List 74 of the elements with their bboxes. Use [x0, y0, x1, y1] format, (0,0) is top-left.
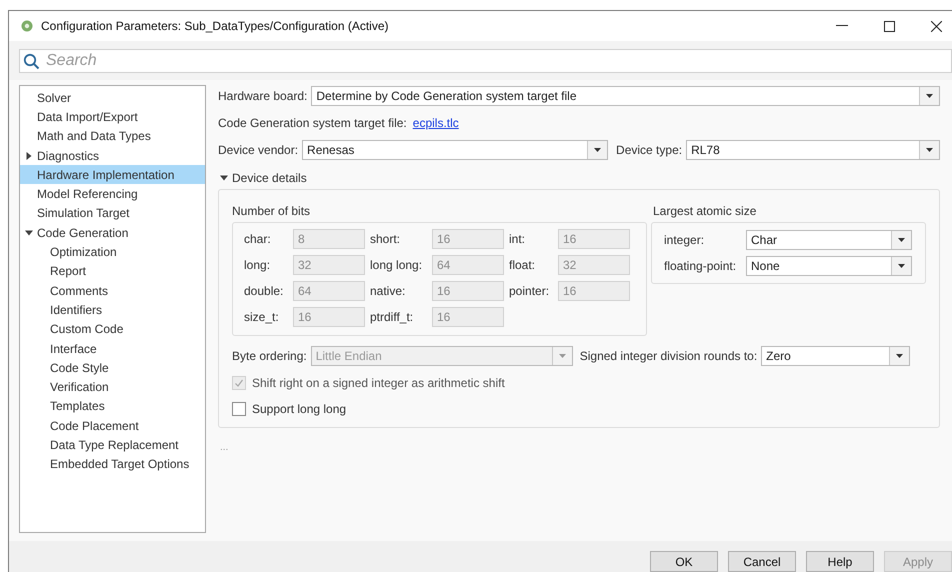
bits-label: int:: [509, 231, 526, 248]
dropdown[interactable]: RL78: [686, 140, 940, 160]
field-label: Device type:: [616, 142, 682, 159]
dropdown[interactable]: Renesas: [302, 140, 608, 160]
search-field[interactable]: Search: [19, 49, 952, 73]
sidebar-item[interactable]: Identifiers: [20, 300, 205, 320]
sidebar-item[interactable]: Data Import/Export: [20, 107, 205, 127]
dialog-button[interactable]: Help: [806, 551, 874, 572]
gear-logo-icon: [21, 20, 33, 32]
more-indicator: ...: [220, 441, 228, 455]
caret-right-icon[interactable]: [25, 152, 33, 160]
field-label: Signed integer division rounds to:: [580, 348, 758, 365]
checkbox-label: Support long long: [252, 401, 346, 418]
sidebar-item[interactable]: Data Type Replacement: [20, 435, 205, 455]
dropdown[interactable]: Zero: [761, 346, 910, 366]
dropdown[interactable]: Char: [746, 230, 912, 250]
dropdown-value: Little Endian: [314, 348, 383, 365]
sidebar-item[interactable]: Model Referencing: [20, 184, 205, 204]
dropdown-value: RL78: [690, 142, 721, 159]
field-label: Device vendor:: [218, 142, 298, 159]
sidebar-item[interactable]: Math and Data Types: [20, 126, 205, 146]
dropdown-value: Renesas: [306, 142, 356, 159]
dropdown[interactable]: None: [746, 256, 912, 276]
device-details-toggle[interactable]: Device details: [218, 169, 307, 187]
sidebar-item[interactable]: Code Style: [20, 358, 205, 378]
bits-label: short:: [370, 231, 402, 248]
checkbox[interactable]: [232, 402, 246, 416]
dropdown-value: Zero: [765, 348, 792, 365]
sidebar-item[interactable]: Solver: [20, 88, 205, 108]
sidebar-item[interactable]: Comments: [20, 280, 205, 300]
dialog-button[interactable]: OK: [650, 551, 718, 572]
sidebar-item[interactable]: Interface: [20, 338, 205, 358]
sidebar-item[interactable]: Custom Code: [20, 320, 205, 339]
dropdown-value: Char: [750, 232, 778, 249]
search-icon: [23, 53, 40, 70]
sidebar-item[interactable]: Code Placement: [20, 416, 205, 436]
sidebar-item[interactable]: Simulation Target: [20, 204, 205, 224]
bits-label: double:: [244, 283, 284, 300]
field-label: Byte ordering:: [232, 348, 307, 365]
group-title: Number of bits: [232, 203, 312, 218]
dropdown[interactable]: Determine by Code Generation system target file: [311, 86, 940, 106]
dropdown-value: Determine by Code Generation system target file: [315, 88, 578, 105]
sidebar-item[interactable]: Report: [20, 262, 205, 281]
bits-label: pointer:: [509, 283, 550, 300]
bits-label: long long:: [370, 257, 424, 274]
checkbox-label: Shift right on a signed integer as arithmetic shift: [252, 375, 505, 392]
sidebar-item[interactable]: Hardware Implementation: [20, 165, 205, 184]
field-label: Code Generation system target file:: [218, 115, 407, 132]
target-file-link[interactable]: ecpils.tlc: [412, 114, 459, 132]
group-title: Largest atomic size: [652, 203, 758, 218]
bits-label: long:: [244, 257, 272, 274]
dialog-button[interactable]: Cancel: [728, 551, 796, 572]
maximize-icon[interactable]: [884, 20, 895, 32]
check-icon: [234, 378, 244, 388]
bits-label: char:: [244, 231, 272, 248]
caret-down-icon[interactable]: [220, 174, 228, 182]
window-title: Configuration Parameters: Sub_DataTypes/Configuration (Active): [41, 18, 389, 35]
sidebar-item[interactable]: Diagnostics: [20, 146, 205, 166]
bits-label: float:: [509, 257, 536, 274]
dropdown-value: None: [750, 258, 781, 275]
field-label: floating-point:: [664, 258, 738, 275]
minimize-icon[interactable]: [836, 25, 848, 27]
close-icon[interactable]: [931, 20, 942, 32]
bits-label: ptrdiff_t:: [370, 309, 414, 326]
sidebar-item[interactable]: Optimization: [20, 242, 205, 262]
sidebar-item[interactable]: Code Generation: [20, 223, 205, 242]
sidebar-item[interactable]: Templates: [20, 396, 205, 416]
field-label: integer:: [664, 232, 706, 249]
bits-label: native:: [370, 283, 406, 300]
sidebar-item[interactable]: Verification: [20, 377, 205, 397]
sidebar-item[interactable]: Embedded Target Options: [20, 454, 205, 474]
field-label: Hardware board:: [218, 88, 308, 105]
caret-down-icon[interactable]: [25, 228, 33, 237]
bits-label: size_t:: [244, 309, 280, 326]
